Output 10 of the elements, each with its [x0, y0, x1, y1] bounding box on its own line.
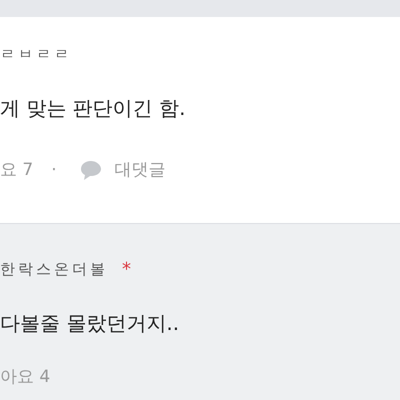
author-name[interactable]: ㄹㅂㄹㄹ: [0, 44, 72, 64]
separator-dot: ·: [51, 160, 57, 180]
new-mark: *: [122, 258, 131, 280]
like-link[interactable]: 요 7: [0, 158, 34, 181]
like-link[interactable]: 아요 4: [0, 365, 50, 388]
author-name[interactable]: 한락스온더볼: [0, 260, 108, 278]
speech-bubble-icon: [78, 158, 103, 180]
reply-link[interactable]: 대댓글: [114, 158, 166, 181]
comment-text: 게 맞는 판단이긴 함.: [0, 95, 186, 122]
comment-text: 다볼줄 몰랐던거지..: [0, 310, 180, 337]
